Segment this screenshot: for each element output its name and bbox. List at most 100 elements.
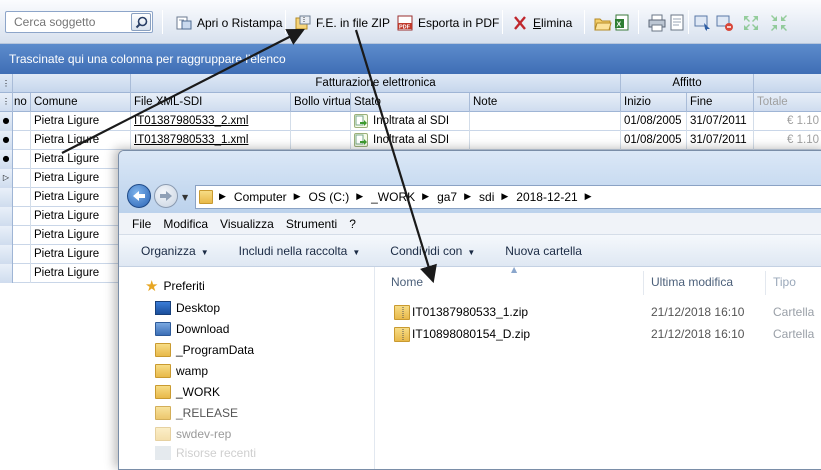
- nav-item-swdev[interactable]: swdev-rep: [155, 424, 231, 444]
- table-row[interactable]: ● Pietra Ligure IT01387980533_2.xml Inol…: [0, 112, 821, 131]
- collapse-icon[interactable]: [770, 14, 788, 32]
- row-indicator[interactable]: [0, 245, 13, 264]
- cell-comune: Pietra Ligure: [31, 150, 131, 169]
- col-header-stato[interactable]: Stato: [351, 93, 470, 112]
- chevron-right-icon[interactable]: ▶: [501, 192, 508, 202]
- chevron-right-icon[interactable]: ▶: [464, 192, 471, 202]
- organize-button[interactable]: Organizza ▼: [141, 244, 209, 258]
- delete-button[interactable]: Elimina: [512, 12, 572, 34]
- cell-no: [13, 264, 31, 283]
- star-icon: ★: [145, 278, 159, 295]
- cell-file-link[interactable]: IT01387980533_1.xml: [131, 131, 291, 150]
- folder-icon: [155, 385, 171, 399]
- row-indicator-current[interactable]: ▷: [0, 169, 13, 188]
- col-header-note[interactable]: Note: [470, 93, 621, 112]
- row-indicator[interactable]: ●: [0, 150, 13, 169]
- band-fatturazione[interactable]: Fatturazione elettronica: [131, 74, 621, 93]
- row-indicator[interactable]: [0, 264, 13, 283]
- file-name: IT01387980533_1.zip: [412, 305, 529, 319]
- print-document-icon[interactable]: [668, 14, 686, 32]
- history-dropdown-icon[interactable]: ▼: [182, 193, 188, 202]
- nav-item-wamp[interactable]: wamp: [155, 361, 208, 381]
- menu-modifica[interactable]: Modifica: [163, 217, 208, 231]
- nav-item-release[interactable]: _RELEASE: [155, 403, 238, 423]
- open-print-button[interactable]: Apri o Ristampa: [176, 12, 282, 34]
- group-by-hint: Trascinate qui una colonna per raggruppa…: [9, 52, 286, 66]
- folder-open-icon[interactable]: [594, 14, 612, 32]
- col-header-totale[interactable]: Totale: [754, 93, 821, 112]
- printer-icon[interactable]: [648, 14, 666, 32]
- grid-menu-icon[interactable]: ⋮: [0, 79, 10, 88]
- menu-help[interactable]: ?: [349, 217, 356, 231]
- col-header-modified[interactable]: Ultima modifica: [651, 267, 763, 297]
- cell-comune: Pietra Ligure: [31, 169, 131, 188]
- cell-stato: Inoltrata al SDI: [351, 131, 470, 150]
- cell-stato: Inoltrata al SDI: [351, 112, 470, 131]
- row-indicator[interactable]: [0, 226, 13, 245]
- filter-remove-icon[interactable]: [716, 14, 734, 32]
- column-divider[interactable]: [643, 271, 644, 295]
- folder-icon: [155, 343, 171, 357]
- col-header-type[interactable]: Tipo: [773, 267, 821, 297]
- breadcrumb-drive[interactable]: OS (C:): [309, 190, 350, 204]
- row-indicator[interactable]: [0, 207, 13, 226]
- chevron-right-icon[interactable]: ▶: [294, 192, 301, 202]
- row-indicator[interactable]: ●: [0, 112, 13, 131]
- file-row[interactable]: IT01387980533_1.zip 21/12/2018 16:10 Car…: [375, 302, 821, 324]
- back-button[interactable]: [127, 184, 151, 208]
- nav-item-work[interactable]: _WORK: [155, 382, 220, 402]
- menu-visualizza[interactable]: Visualizza: [220, 217, 274, 231]
- address-bar[interactable]: ▶ Computer ▶ OS (C:) ▶ _WORK ▶ ga7 ▶ sdi…: [195, 185, 821, 209]
- new-folder-button[interactable]: Nuova cartella: [505, 244, 582, 258]
- column-chooser-icon[interactable]: [694, 14, 712, 32]
- cell-note: [470, 131, 621, 150]
- cell-comune: Pietra Ligure: [31, 188, 131, 207]
- chevron-right-icon[interactable]: ▶: [219, 192, 226, 202]
- col-header-inizio[interactable]: Inizio: [621, 93, 687, 112]
- column-divider[interactable]: [765, 271, 766, 295]
- search-input[interactable]: [6, 12, 128, 32]
- nav-item-download[interactable]: Download: [155, 319, 229, 339]
- toolbar-separator: [162, 10, 163, 34]
- band-affitto[interactable]: Affitto: [621, 74, 754, 93]
- chevron-right-icon[interactable]: ▶: [422, 192, 429, 202]
- nav-item-recent[interactable]: Risorse recenti: [155, 443, 256, 463]
- excel-icon[interactable]: X: [614, 14, 632, 32]
- group-by-panel[interactable]: Trascinate qui una colonna per raggruppa…: [0, 44, 821, 74]
- chevron-right-icon[interactable]: ▶: [585, 192, 592, 202]
- breadcrumb-sdi[interactable]: sdi: [479, 190, 494, 204]
- menu-file[interactable]: File: [132, 217, 151, 231]
- col-header-no[interactable]: no: [13, 93, 31, 112]
- cell-file-link[interactable]: IT01387980533_2.xml: [131, 112, 291, 131]
- favorites-header[interactable]: ★ Preferiti: [145, 276, 205, 296]
- col-header-bollo[interactable]: Bollo virtual: [291, 93, 351, 112]
- table-row[interactable]: ● Pietra Ligure IT01387980533_1.xml Inol…: [0, 131, 821, 150]
- print-preview-icon: [176, 15, 192, 31]
- breadcrumb-computer[interactable]: Computer: [234, 190, 287, 204]
- zip-export-button[interactable]: F.E. in file ZIP: [295, 12, 390, 34]
- breadcrumb-date[interactable]: 2018-12-21: [516, 190, 577, 204]
- row-indicator[interactable]: [0, 188, 13, 207]
- file-row[interactable]: IT10898080154_D.zip 21/12/2018 16:10 Car…: [375, 324, 821, 346]
- col-header-file[interactable]: File XML-SDI: [131, 93, 291, 112]
- nav-item-programdata[interactable]: _ProgramData: [155, 340, 254, 360]
- search-button[interactable]: [131, 13, 151, 31]
- recent-places-icon: [155, 446, 171, 460]
- include-library-button[interactable]: Includi nella raccolta ▼: [239, 244, 361, 258]
- open-print-label: Apri o Ristampa: [197, 16, 283, 30]
- menu-strumenti[interactable]: Strumenti: [286, 217, 337, 231]
- band-more: [754, 74, 821, 93]
- breadcrumb-work[interactable]: _WORK: [371, 190, 415, 204]
- row-indicator[interactable]: ●: [0, 131, 13, 150]
- row-selector-header[interactable]: ⋮: [0, 93, 13, 112]
- chevron-right-icon[interactable]: ▶: [356, 192, 363, 202]
- pdf-export-button[interactable]: PDF Esporta in PDF: [397, 12, 499, 34]
- col-header-comune[interactable]: Comune: [31, 93, 131, 112]
- col-header-name[interactable]: Nome: [391, 267, 641, 297]
- forward-button[interactable]: [154, 184, 178, 208]
- col-header-fine[interactable]: Fine: [687, 93, 754, 112]
- nav-item-desktop[interactable]: Desktop: [155, 298, 220, 318]
- share-with-button[interactable]: Condividi con ▼: [390, 244, 475, 258]
- expand-icon[interactable]: [742, 14, 760, 32]
- breadcrumb-ga7[interactable]: ga7: [437, 190, 457, 204]
